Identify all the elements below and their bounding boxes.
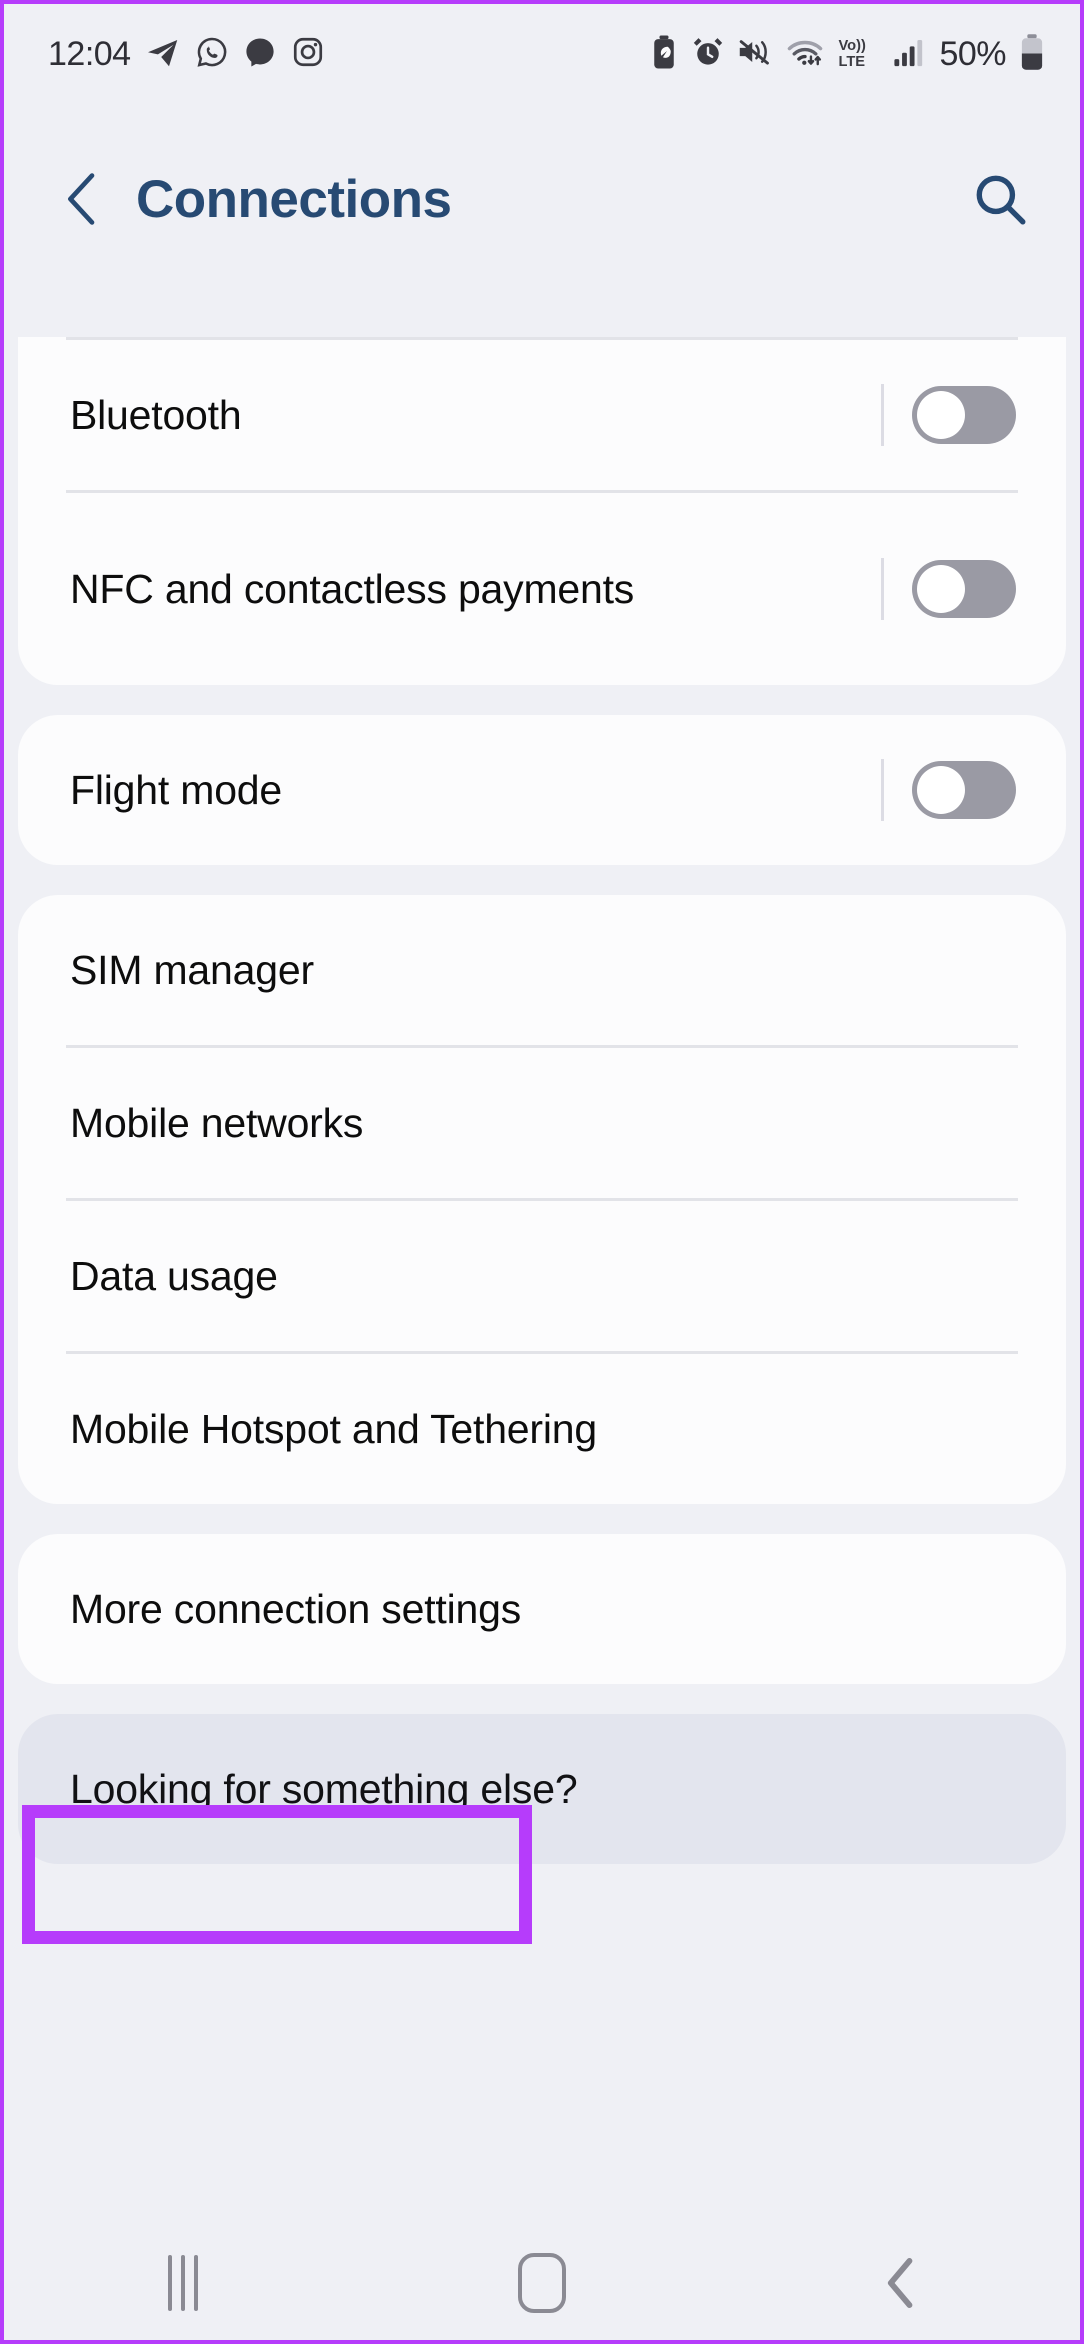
settings-row-label: More connection settings (70, 1585, 522, 1632)
switch-knob (917, 391, 965, 439)
settings-card-flight: Flight mode (18, 715, 1066, 865)
home-icon[interactable] (467, 2226, 617, 2340)
android-nav-bar (4, 2226, 1080, 2340)
page-title: Connections (136, 169, 452, 229)
settings-row-nfc[interactable]: NFC and contactless payments (18, 493, 1066, 685)
settings-row-label: Flight mode (70, 766, 283, 813)
wifi-icon (785, 35, 825, 74)
status-bar-right: Vo)) LTE 50% (649, 33, 1046, 76)
settings-card-wireless: Bluetooth NFC and contactless payments (18, 337, 1066, 685)
settings-row-sim-manager[interactable]: SIM manager (18, 895, 1066, 1045)
toggle-nfc[interactable] (881, 558, 1016, 620)
settings-row-label: Data usage (70, 1252, 278, 1299)
switch-track[interactable] (912, 560, 1016, 618)
switch-knob (917, 565, 965, 613)
switch-track[interactable] (912, 761, 1016, 819)
battery-percent-label: 50% (939, 34, 1006, 73)
settings-list[interactable]: Bluetooth NFC and contactless payments F… (4, 294, 1080, 2226)
settings-row-label: Looking for something else? (70, 1765, 578, 1812)
svg-text:LTE: LTE (839, 53, 866, 69)
back-chevron-icon[interactable] (52, 168, 114, 230)
settings-row-hotspot-tethering[interactable]: Mobile Hotspot and Tethering (18, 1354, 1066, 1504)
back-icon[interactable] (826, 2226, 976, 2340)
toggle-bluetooth[interactable] (881, 384, 1016, 446)
toggle-flight-mode[interactable] (881, 759, 1016, 821)
telegram-icon (145, 34, 181, 75)
status-bar-left: 12:04 (48, 34, 325, 75)
recents-bars (168, 2255, 199, 2311)
search-icon[interactable] (964, 163, 1036, 235)
app-header: Connections (4, 104, 1080, 294)
mute-vibrate-icon (737, 35, 773, 74)
settings-row-more-connection-settings[interactable]: More connection settings (18, 1534, 1066, 1684)
settings-row-data-usage[interactable]: Data usage (18, 1201, 1066, 1351)
settings-card-more: More connection settings (18, 1534, 1066, 1684)
settings-row-label: SIM manager (70, 946, 314, 993)
recents-icon[interactable] (108, 2226, 258, 2340)
status-bar: 12:04 Vo)) LTE 50% (4, 4, 1080, 104)
settings-row-mobile-networks[interactable]: Mobile networks (18, 1048, 1066, 1198)
messenger-icon (243, 35, 277, 74)
phone-screen: 12:04 Vo)) LTE 50% Connections Bluetooth… (0, 0, 1084, 2344)
whatsapp-icon (195, 35, 229, 74)
settings-row-label: Mobile networks (70, 1099, 364, 1146)
settings-row-flight-mode[interactable]: Flight mode (18, 715, 1066, 865)
switch-track[interactable] (912, 386, 1016, 444)
status-clock: 12:04 (48, 34, 131, 73)
settings-card-mobile: SIM manager Mobile networks Data usage M… (18, 895, 1066, 1504)
home-square (517, 2253, 566, 2313)
switch-knob (917, 766, 965, 814)
battery-icon (1018, 33, 1046, 76)
toggle-separator (881, 759, 884, 821)
toggle-separator (881, 558, 884, 620)
settings-card-footer: Looking for something else? (18, 1714, 1066, 1864)
looking-for-something-else-row[interactable]: Looking for something else? (18, 1714, 1066, 1864)
settings-row-label: Mobile Hotspot and Tethering (70, 1405, 597, 1452)
signal-bars-icon (893, 35, 927, 74)
settings-row-label: NFC and contactless payments (70, 565, 635, 612)
settings-row-label: Bluetooth (70, 391, 242, 438)
instagram-icon (291, 35, 325, 74)
volte-icon: Vo)) LTE (837, 34, 881, 75)
battery-saver-icon (649, 34, 679, 75)
settings-row-bluetooth[interactable]: Bluetooth (18, 340, 1066, 490)
toggle-separator (881, 384, 884, 446)
alarm-icon (691, 35, 725, 74)
svg-text:Vo)): Vo)) (839, 37, 867, 53)
